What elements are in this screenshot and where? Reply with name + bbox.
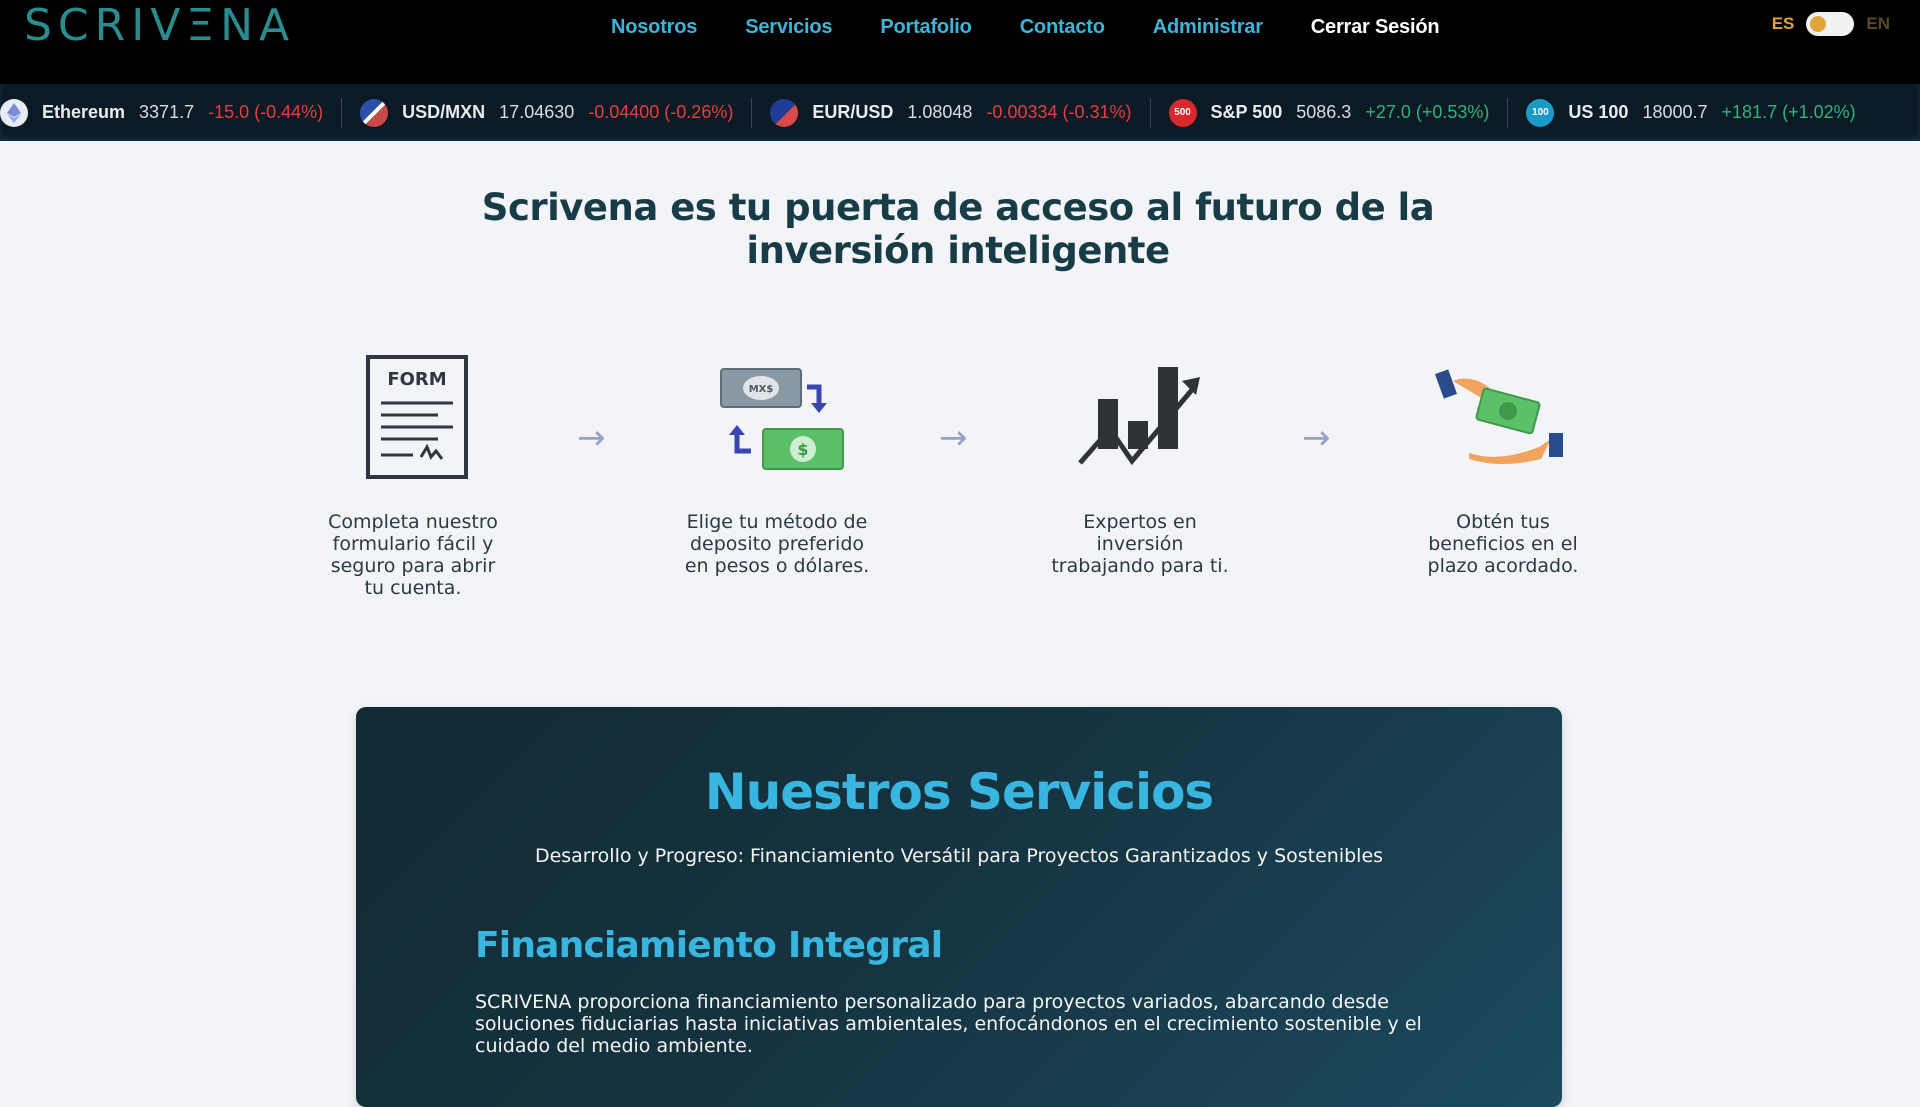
brand-logo[interactable]: SCRIVΞNA	[24, 0, 295, 51]
step-text: Elige tu método de deposito preferido en…	[684, 511, 870, 577]
us-mx-flag-icon	[360, 98, 389, 127]
currency-exchange-icon-label: MX$	[749, 384, 774, 395]
ticker-value: 17.04630	[499, 102, 575, 122]
ticker-change: +27.0 (+0.53%)	[1365, 102, 1490, 122]
eu-us-flag-icon	[770, 98, 799, 127]
ticker-value: 1.08048	[907, 102, 973, 122]
nav-link-servicios[interactable]: Servicios	[745, 16, 832, 39]
sp500-icon: 500	[1168, 98, 1197, 127]
step-benefits: Obtén tus beneficios en el plazo acordad…	[1408, 355, 1598, 577]
step-arrow-icon: →	[1302, 418, 1331, 458]
nav-link-portafolio[interactable]: Portafolio	[880, 16, 972, 39]
ticker-name: S&P 500	[1210, 102, 1283, 122]
ticker-name: US 100	[1568, 102, 1629, 122]
services-section: Nuestros Servicios Desarrollo y Progreso…	[356, 707, 1562, 1107]
services-title: Nuestros Servicios	[704, 763, 1214, 821]
ticker-name: USD/MXN	[402, 102, 486, 122]
ticker-value: 5086.3	[1296, 102, 1352, 122]
service-item-text: SCRIVENA proporciona financiamiento pers…	[475, 991, 1422, 1057]
ticker-change: -0.04400 (-0.26%)	[588, 102, 734, 122]
ticker-item-usdmxn[interactable]: USD/MXN 17.04630 -0.04400 (-0.26%)	[342, 97, 753, 128]
step-arrow-icon: →	[577, 418, 606, 458]
step-deposit-method: MX$ $ Elige tu método de deposito prefer…	[682, 355, 872, 577]
ticker-item-eurusd[interactable]: EUR/USD 1.08048 -0.00334 (-0.31%)	[752, 97, 1151, 128]
ticker-change: +181.7 (+1.02%)	[1721, 102, 1856, 122]
nav-link-nosotros[interactable]: Nosotros	[611, 16, 697, 39]
nav-link-administrar[interactable]: Administrar	[1153, 16, 1263, 39]
ticker-name: EUR/USD	[812, 102, 894, 122]
logout-link[interactable]: Cerrar Sesión	[1311, 16, 1440, 39]
toggle-knob	[1810, 16, 1827, 32]
svg-text:$: $	[797, 440, 808, 459]
form-icon-label: FORM	[387, 369, 446, 390]
ticker-item-sp500[interactable]: 500 S&P 500 5086.3 +27.0 (+0.53%)	[1151, 97, 1509, 128]
ticker-value: 18000.7	[1642, 102, 1708, 122]
ticker-change: -15.0 (-0.44%)	[208, 102, 324, 122]
step-text: Expertos en inversión trabajando para ti…	[1051, 511, 1229, 577]
lang-en-label[interactable]: EN	[1866, 14, 1890, 34]
ticker-item-ethereum[interactable]: Ethereum 3371.7 -15.0 (-0.44%)	[0, 97, 343, 128]
services-subtitle: Desarrollo y Progreso: Financiamiento Ve…	[534, 845, 1384, 867]
service-item-title: Financiamiento Integral	[475, 925, 943, 966]
hero-title: Scrivena es tu puerta de acceso al futur…	[481, 186, 1435, 272]
ethereum-icon	[0, 98, 28, 127]
ticker-item-us100[interactable]: 100 US 100 18000.7 +181.7 (+1.02%)	[1508, 98, 1873, 128]
ticker-name: Ethereum	[42, 102, 126, 122]
ticker-value: 3371.7	[139, 102, 195, 122]
language-switcher: ES EN	[1772, 12, 1890, 36]
form-icon: FORM	[366, 355, 468, 479]
top-navbar: SCRIVΞNA Nosotros Servicios Portafolio C…	[0, 0, 1920, 84]
step-text: Obtén tus beneficios en el plazo acordad…	[1427, 511, 1579, 577]
chart-growth-icon	[1078, 367, 1200, 466]
lang-es-label[interactable]: ES	[1772, 14, 1795, 34]
step-open-account: FORM Completa nuestro formulario fácil y…	[318, 355, 508, 599]
ticker-track: Ethereum 3371.7 -15.0 (-0.44%) USD/MXN 1…	[0, 97, 1874, 128]
money-hand-icon	[1434, 369, 1563, 464]
nav-link-contacto[interactable]: Contacto	[1020, 16, 1105, 39]
market-ticker: Ethereum 3371.7 -15.0 (-0.44%) USD/MXN 1…	[0, 84, 1920, 141]
main-nav: Nosotros Servicios Portafolio Contacto A…	[611, 10, 1440, 44]
step-experts: Expertos en inversión trabajando para ti…	[1045, 355, 1235, 577]
currency-exchange-icon: MX$ $	[720, 368, 844, 470]
ticker-change: -0.00334 (-0.31%)	[986, 102, 1132, 122]
language-toggle[interactable]	[1806, 12, 1855, 36]
step-arrow-icon: →	[939, 418, 968, 458]
step-text: Completa nuestro formulario fácil y segu…	[328, 511, 498, 599]
us100-icon: 100	[1526, 98, 1555, 127]
